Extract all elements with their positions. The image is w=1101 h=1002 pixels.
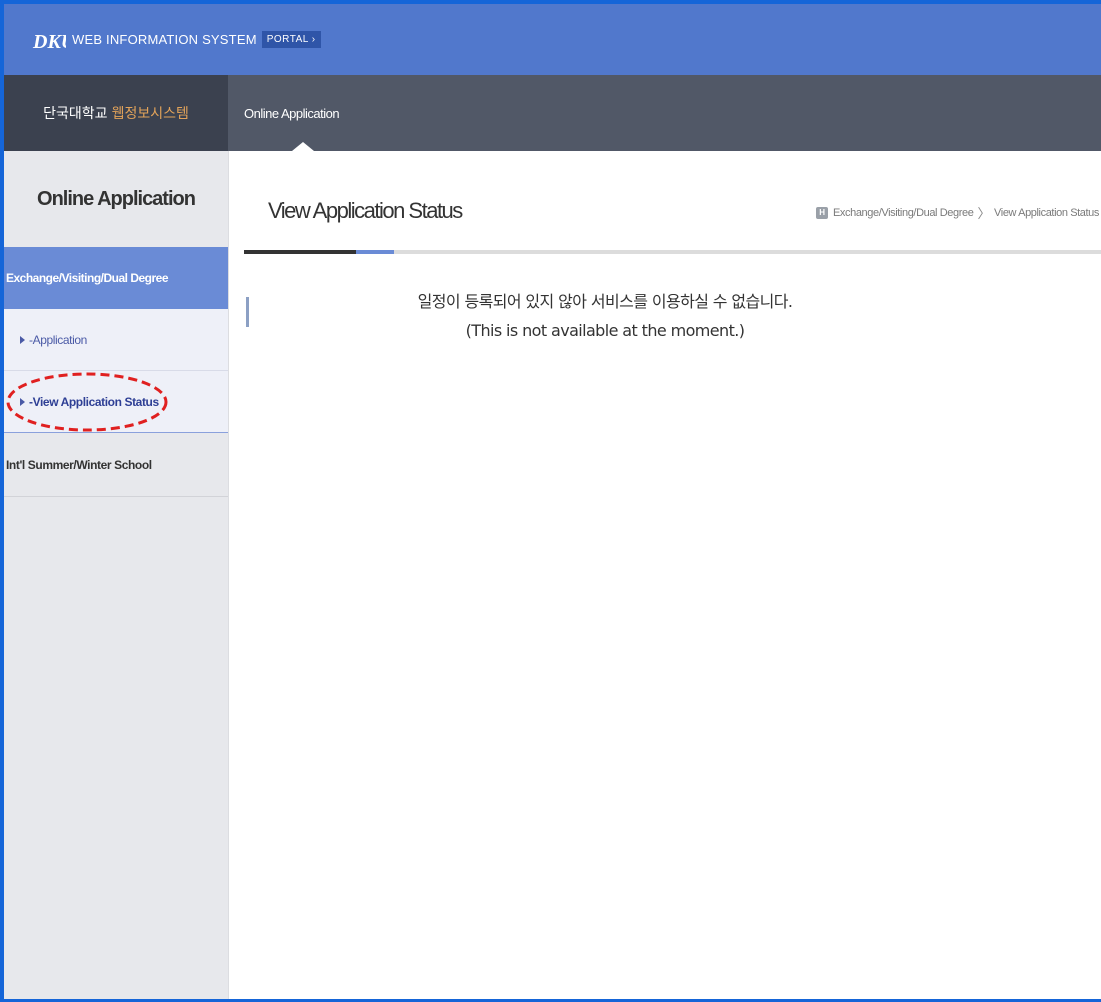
- breadcrumb: H Exchange/Visiting/Dual Degree 〉 View A…: [815, 203, 1099, 222]
- underline-accent-segment: [356, 250, 394, 254]
- sidebar: Online Application Exchange/Visiting/Dua…: [4, 151, 229, 999]
- triangle-right-icon: [20, 397, 25, 406]
- sidebar-category-summer-winter[interactable]: Int'l Summer/Winter School: [4, 433, 228, 497]
- chevron-right-icon: 〉: [977, 206, 991, 221]
- notice-korean: 일정이 등록되어 있지 않아 서비스를 이용하실 수 없습니다.: [417, 292, 793, 311]
- top-header-bar: DKU WEB INFORMATION SYSTEM PORTAL ›: [4, 4, 1101, 75]
- brand-university: 단국대학교: [43, 106, 108, 122]
- content-marker: [246, 297, 249, 327]
- triangle-right-icon: [20, 335, 25, 344]
- main-content: View Application Status H Exchange/Visit…: [229, 151, 1101, 999]
- brand-system: 웹정보시스템: [111, 106, 189, 122]
- breadcrumb-item[interactable]: View Application Status: [994, 207, 1099, 219]
- sidebar-item-application[interactable]: -Application: [4, 309, 228, 371]
- underline-dark-segment: [244, 250, 356, 254]
- unavailable-notice: 일정이 등록되어 있지 않아 서비스를 이용하실 수 없습니다. (This i…: [349, 287, 861, 345]
- sidebar-item-view-application-status[interactable]: -View Application Status: [4, 371, 228, 433]
- system-name: WEB INFORMATION SYSTEM: [72, 32, 257, 47]
- sidebar-item-label: -Application: [29, 332, 87, 347]
- svg-text:DKU: DKU: [32, 31, 66, 53]
- dku-logo-icon[interactable]: DKU: [32, 23, 66, 57]
- portal-window: DKU WEB INFORMATION SYSTEM PORTAL › 단국대학…: [0, 0, 1101, 1002]
- page-title: View Application Status: [268, 198, 463, 223]
- notice-english: (This is not available at the moment.): [465, 321, 745, 340]
- sidebar-item-label: -View Application Status: [29, 394, 159, 409]
- site-brand[interactable]: 단국대학교 웹정보시스템: [4, 75, 228, 151]
- tab-online-application[interactable]: Online Application: [244, 75, 340, 151]
- portal-link[interactable]: PORTAL ›: [261, 31, 321, 48]
- home-icon[interactable]: H: [815, 206, 828, 219]
- title-underline: [244, 250, 1101, 254]
- sidebar-item-wrapper: -View Application Status: [4, 371, 228, 433]
- sidebar-title: Online Application: [37, 187, 196, 210]
- sidebar-category-exchange[interactable]: Exchange/Visiting/Dual Degree: [4, 247, 228, 309]
- main-navigation-bar: 단국대학교 웹정보시스템 Online Application: [4, 75, 1101, 151]
- breadcrumb-item[interactable]: Exchange/Visiting/Dual Degree: [833, 207, 974, 219]
- active-tab-indicator: [292, 142, 314, 151]
